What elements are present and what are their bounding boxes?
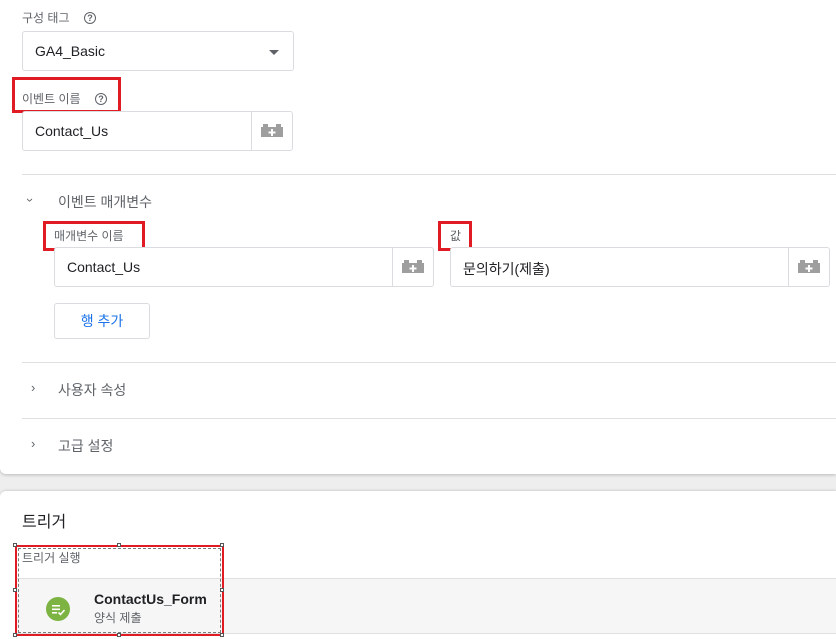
- help-icon[interactable]: ?: [95, 93, 107, 105]
- advanced-settings-title[interactable]: 고급 설정: [58, 436, 113, 456]
- variable-brick-icon: [261, 124, 283, 137]
- variable-picker-button[interactable]: [392, 248, 433, 286]
- triggers-heading: 트리거: [22, 514, 67, 531]
- selection-handle: [13, 588, 17, 592]
- help-icon[interactable]: ?: [84, 12, 96, 24]
- user-props-title[interactable]: 사용자 속성: [58, 380, 126, 400]
- event-name-field[interactable]: Contact_Us: [22, 111, 293, 151]
- divider: [22, 418, 836, 419]
- param-name-value: Contact_Us: [67, 259, 141, 275]
- param-value-value: 문의하기(제출): [463, 261, 550, 277]
- event-name-value: Contact_Us: [35, 123, 109, 139]
- highlight-box: [15, 545, 224, 636]
- divider: [22, 362, 836, 363]
- chevron-right-icon[interactable]: ›: [31, 381, 35, 395]
- tag-config-card: 구성 태그 ? GA4_Basic 이벤트 이름 ? Contact_Us › …: [0, 0, 836, 474]
- param-value-column-label: 값: [450, 229, 462, 243]
- event-name-label: 이벤트 이름: [22, 92, 81, 106]
- selection-handle: [117, 543, 121, 547]
- param-name-column-label: 매개변수 이름: [54, 229, 124, 243]
- selection-handle: [220, 633, 224, 637]
- param-value-field[interactable]: 문의하기(제출): [450, 247, 830, 287]
- selection-handle: [220, 588, 224, 592]
- selection-handle: [13, 543, 17, 547]
- config-tag-label: 구성 태그: [22, 11, 70, 25]
- dropdown-caret-icon: [269, 50, 279, 55]
- variable-brick-icon: [402, 260, 424, 273]
- variable-picker-button[interactable]: [788, 248, 829, 286]
- divider: [22, 174, 836, 175]
- config-tag-select[interactable]: GA4_Basic: [22, 31, 294, 71]
- variable-brick-icon: [798, 260, 820, 273]
- param-name-field[interactable]: Contact_Us: [54, 247, 434, 287]
- selection-handle: [220, 543, 224, 547]
- chevron-down-icon[interactable]: ›: [23, 198, 38, 202]
- variable-picker-button[interactable]: [251, 112, 292, 150]
- selection-handle: [117, 633, 121, 637]
- config-tag-value: GA4_Basic: [35, 43, 106, 59]
- chevron-right-icon[interactable]: ›: [31, 437, 35, 451]
- event-params-title[interactable]: 이벤트 매개변수: [58, 192, 152, 212]
- add-row-button[interactable]: 행 추가: [54, 303, 150, 339]
- selection-handle: [13, 633, 17, 637]
